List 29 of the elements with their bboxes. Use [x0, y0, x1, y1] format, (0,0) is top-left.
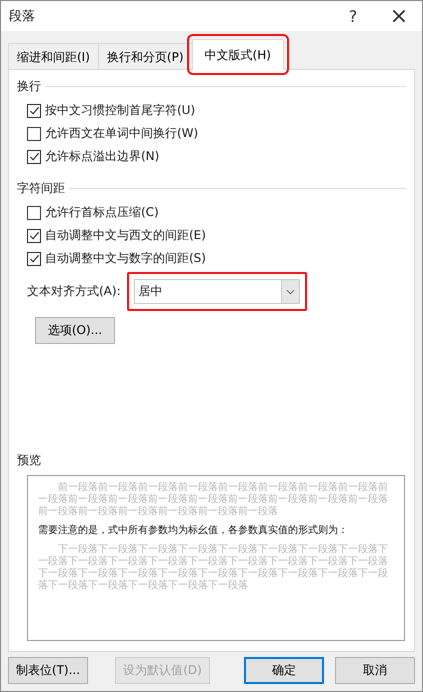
- checkbox-option[interactable]: 自动调整中文与西文的间距(E): [27, 224, 406, 247]
- field-label: 文本对齐方式(A):: [27, 283, 121, 300]
- checkbox[interactable]: [27, 252, 41, 266]
- dialog-button[interactable]: 确定: [244, 657, 324, 684]
- checkbox-option[interactable]: 允许行首标点压缩(C): [27, 201, 406, 224]
- preview-text: 下一段落下一段落下一段落下一段落下一段落下一段落下一段落下一段落下一段落下一段落下一段落下一段落下一段落下一段落下一段落下一段落下一段落下一段落下一段落下一段落下一段落下一段落下一段落下一段落下一段落下一段落下一段落下一段落下一段落下一段落下一段落: [38, 544, 389, 592]
- alignment-dropdown[interactable]: 居中: [134, 279, 300, 304]
- checkbox-option[interactable]: 按中文习惯控制首尾字符(U): [27, 99, 406, 122]
- dialog-button[interactable]: 取消: [335, 657, 415, 684]
- chevron-down-icon: [286, 288, 295, 294]
- close-button[interactable]: ×: [376, 1, 422, 31]
- checkbox-option[interactable]: 自动调整中文与数字的间距(S): [27, 247, 406, 270]
- checkbox[interactable]: [27, 150, 41, 164]
- options-button[interactable]: 选项(O)...: [35, 317, 115, 344]
- window-title: 段落: [9, 8, 35, 25]
- help-button[interactable]: ?: [330, 1, 376, 31]
- checkbox[interactable]: [27, 126, 41, 140]
- checkbox[interactable]: [27, 206, 41, 220]
- section-title: 预览: [17, 452, 42, 469]
- checkbox[interactable]: [27, 104, 41, 118]
- checkbox-option[interactable]: 允许标点溢出边界(N): [27, 145, 406, 168]
- checkbox-option[interactable]: 允许西文在单词中间换行(W): [27, 122, 406, 145]
- section-title: 字符间距: [17, 180, 65, 197]
- section-title: 换行: [17, 78, 41, 95]
- dialog-button[interactable]: 制表位(T)...: [8, 657, 88, 684]
- preview-text: 需要注意的是，式中所有参数均为标幺值，各参数真实值的形式则为：: [38, 525, 349, 537]
- tab[interactable]: 缩进和间距(I): [8, 43, 99, 69]
- preview-text: 前一段落前一段落前一段落前一段落前一段落前一段落前一段落前一段落前一段落前一段落前一段落前一段落前一段落前一段落前一段落前一段落前一段落前一段落前一段落前一段落前一段落前一段落前一段落: [38, 482, 389, 518]
- checkbox[interactable]: [27, 228, 41, 242]
